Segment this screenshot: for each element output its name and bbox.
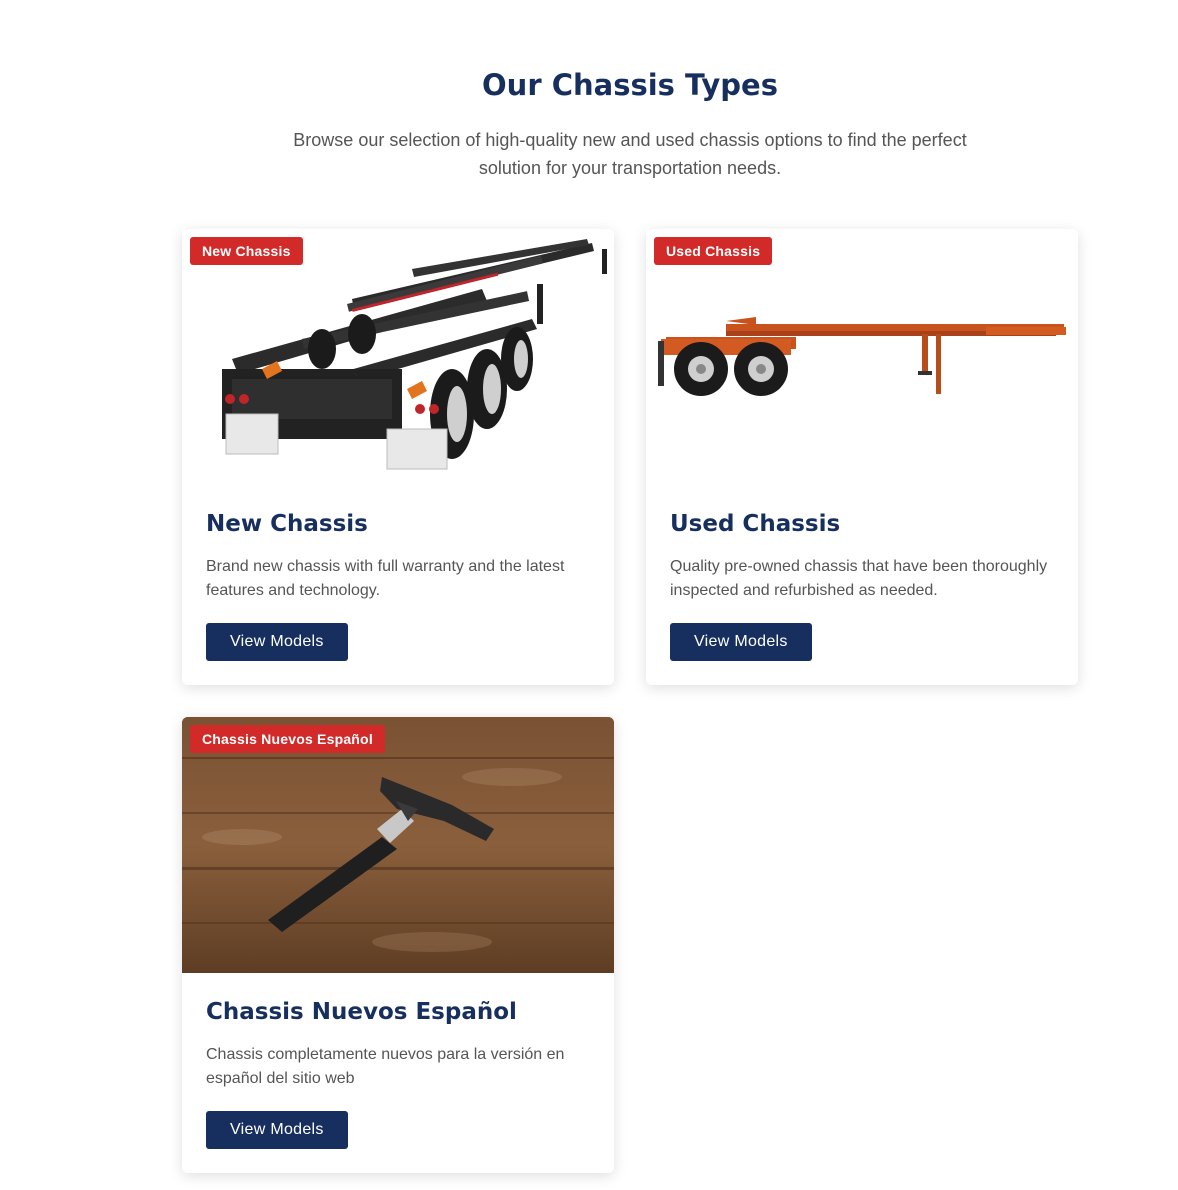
view-models-button[interactable]: View Models: [206, 623, 348, 661]
card-chassis-nuevos: Chassis Nuevos Español Chassis Nuevos Es…: [182, 717, 614, 1173]
card-title: New Chassis: [206, 511, 368, 537]
hammer-image: Chassis Nuevos Español: [182, 717, 614, 973]
section-title: Our Chassis Types: [482, 68, 778, 102]
badge-chassis-nuevos: Chassis Nuevos Español: [190, 725, 385, 753]
hammer-on-wood-illustration: [182, 717, 614, 973]
view-models-button[interactable]: View Models: [206, 1111, 348, 1149]
card-description: Chassis completamente nuevos para la ver…: [206, 1046, 565, 1087]
orange-chassis-illustration: [658, 317, 1066, 396]
black-chassis-illustration: [222, 239, 607, 470]
card-title: Chassis Nuevos Español: [206, 999, 517, 1025]
badge-used-chassis: Used Chassis: [654, 237, 773, 265]
card-title: Used Chassis: [670, 511, 841, 537]
section-subtitle: Browse our selection of high-quality new…: [293, 130, 967, 178]
chassis-types-section: Our Chassis Types Browse our selection o…: [0, 0, 1178, 1190]
view-models-button[interactable]: View Models: [670, 623, 812, 661]
badge-new-chassis: New Chassis: [190, 237, 303, 265]
card-description: Quality pre-owned chassis that have been…: [670, 558, 1048, 599]
card-new-chassis: New Chassis New Chassis Brand new chassi…: [182, 229, 614, 685]
new-chassis-image: New Chassis: [182, 229, 614, 485]
card-used-chassis: Used Chassis Used Chassis Quality pre-ow…: [646, 229, 1078, 685]
used-chassis-image: Used Chassis: [646, 229, 1078, 485]
card-description: Brand new chassis with full warranty and…: [206, 558, 565, 599]
